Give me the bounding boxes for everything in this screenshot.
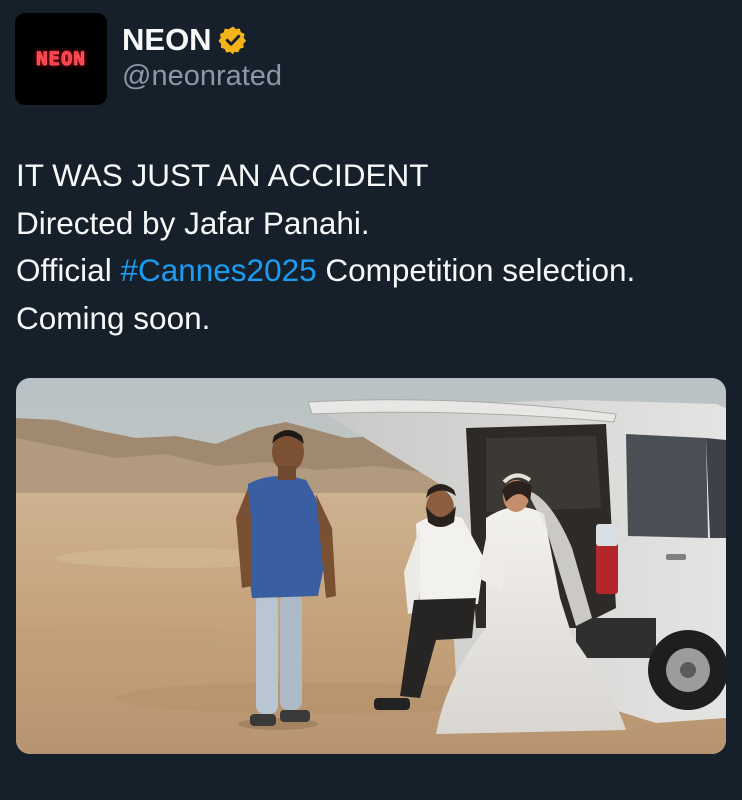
media-image[interactable] xyxy=(16,378,726,754)
user-handle[interactable]: @neonrated xyxy=(122,60,282,93)
tweet-text: IT WAS JUST AN ACCIDENT Directed by Jafa… xyxy=(16,152,728,342)
tweet: NEON NEON @neonrated IT WAS JUST AN ACCI… xyxy=(0,0,742,800)
film-still-illustration xyxy=(16,378,726,754)
selection-suffix: Competition selection. xyxy=(316,252,636,288)
avatar-logo-text: NEON xyxy=(36,48,86,71)
tweet-line-director: Directed by Jafar Panahi. xyxy=(16,204,370,241)
tweet-line-coming-soon: Coming soon. xyxy=(16,299,211,336)
author-name-row: NEON xyxy=(122,20,248,60)
display-name[interactable]: NEON xyxy=(122,22,212,58)
verified-badge-icon xyxy=(217,25,248,55)
tweet-line-selection: Official #Cannes2025 Competition selecti… xyxy=(16,247,728,295)
hashtag-link[interactable]: #Cannes2025 xyxy=(120,252,316,288)
selection-prefix: Official xyxy=(16,252,121,288)
avatar[interactable]: NEON xyxy=(15,13,107,105)
tweet-line-title: IT WAS JUST AN ACCIDENT xyxy=(16,157,429,193)
